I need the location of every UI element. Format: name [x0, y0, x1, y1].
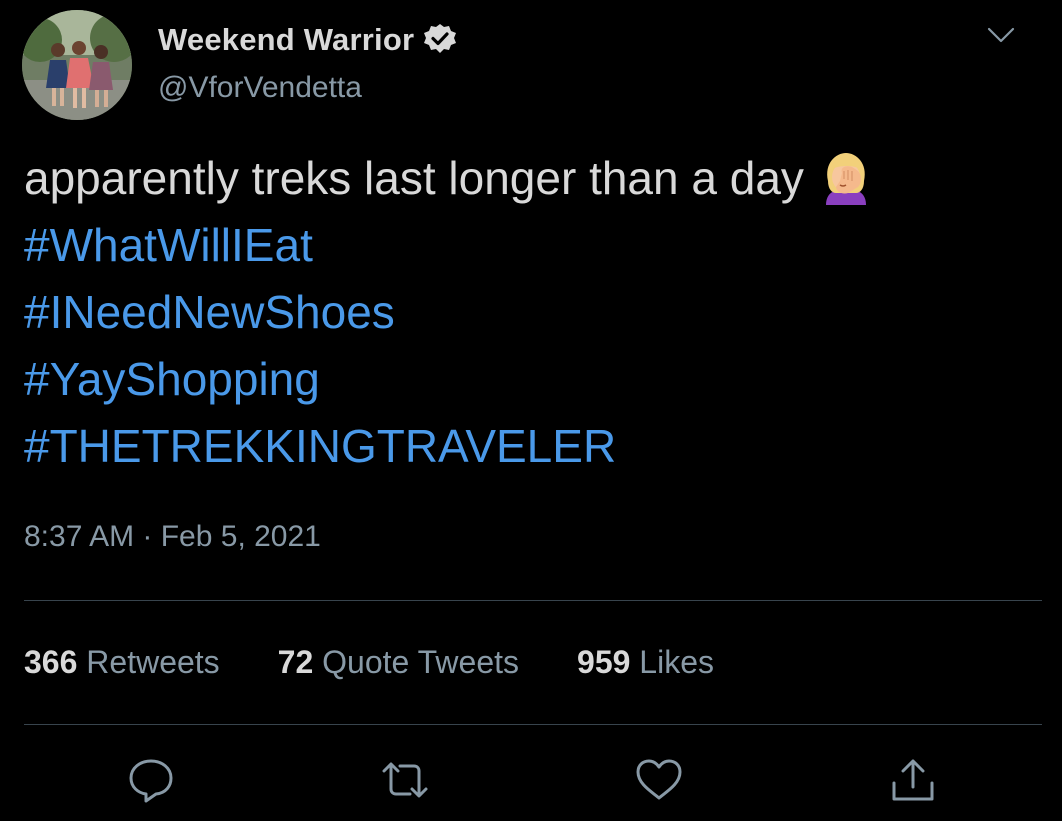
- tweet-text-content: apparently treks last longer than a day: [24, 152, 804, 204]
- tweet-text: apparently treks last longer than a day: [24, 145, 1044, 212]
- likes-label: Likes: [639, 644, 714, 680]
- display-name[interactable]: Weekend Warrior: [158, 22, 414, 58]
- tweet-body: apparently treks last longer than a day …: [24, 145, 1044, 480]
- retweets-label: Retweets: [86, 644, 220, 680]
- retweet-icon[interactable]: [380, 755, 430, 805]
- avatar[interactable]: [22, 10, 132, 120]
- hashtag-link[interactable]: #THETREKKINGTRAVELER: [24, 413, 1044, 480]
- quote-tweets-label: Quote Tweets: [322, 644, 520, 680]
- chevron-down-icon[interactable]: [986, 24, 1016, 46]
- user-name-row[interactable]: Weekend Warrior: [158, 20, 458, 60]
- tweet-stats: 366 Retweets 72 Quote Tweets 959 Likes: [24, 644, 772, 681]
- retweets-count: 366: [24, 644, 78, 680]
- hashtag-link[interactable]: #INeedNewShoes: [24, 279, 1044, 346]
- quote-tweets-count: 72: [277, 644, 314, 680]
- divider: [24, 724, 1042, 725]
- like-icon[interactable]: [634, 755, 684, 805]
- divider: [24, 600, 1042, 601]
- likes-count: 959: [577, 644, 631, 680]
- retweets-stat[interactable]: 366 Retweets: [24, 644, 220, 681]
- share-icon[interactable]: [888, 755, 938, 805]
- verified-badge-icon: [424, 24, 457, 53]
- quote-tweets-stat[interactable]: 72 Quote Tweets: [278, 644, 519, 681]
- hashtag-link[interactable]: #YayShopping: [24, 346, 1044, 413]
- hashtag-link[interactable]: #WhatWillIEat: [24, 212, 1044, 279]
- user-handle[interactable]: @VforVendetta: [158, 71, 362, 105]
- tweet-timestamp[interactable]: 8:37 AM · Feb 5, 2021: [24, 520, 321, 554]
- likes-stat[interactable]: 959 Likes: [577, 644, 714, 681]
- reply-icon[interactable]: [126, 755, 176, 805]
- woman-facepalming-emoji-icon: [825, 152, 866, 205]
